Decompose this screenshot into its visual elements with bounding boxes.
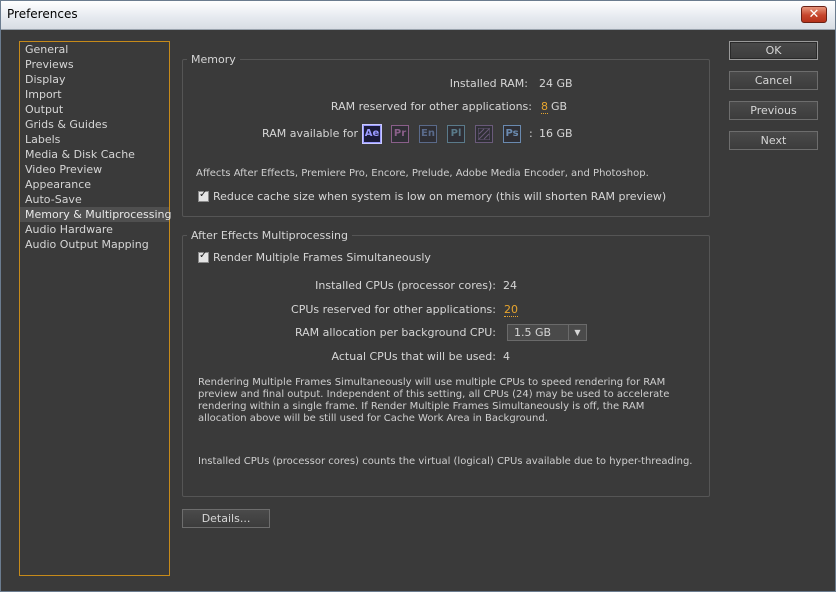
title-bar: Preferences ✕	[1, 1, 835, 30]
affects-apps-text: Affects After Effects, Premiere Pro, Enc…	[196, 168, 649, 179]
dialog-content: General Previews Display Import Output Grids …	[1, 30, 835, 591]
sidebar-item-general[interactable]: General	[20, 42, 169, 57]
reserved-cpus-value[interactable]: 20	[504, 303, 518, 317]
reserved-cpus-label: CPUs reserved for other applications:	[291, 303, 496, 316]
ok-button[interactable]: OK	[729, 41, 818, 60]
sidebar-item-previews[interactable]: Previews	[20, 57, 169, 72]
actual-cpus-value: 4	[503, 350, 510, 363]
actual-cpus-label: Actual CPUs that will be used:	[331, 350, 496, 363]
category-list: General Previews Display Import Output Grids …	[19, 41, 171, 576]
ram-allocation-dropdown[interactable]: 1.5 GB ▼	[507, 324, 587, 341]
ram-available-label: RAM available for	[262, 127, 358, 140]
sidebar-item-import[interactable]: Import	[20, 87, 169, 102]
previous-button[interactable]: Previous	[729, 101, 818, 120]
installed-ram-value: 24 GB	[539, 77, 573, 90]
reduce-cache-label[interactable]: Reduce cache size when system is low on …	[213, 190, 666, 203]
render-multiple-frames-checkbox[interactable]	[198, 250, 209, 263]
sidebar-item-memory-and-multiprocessing[interactable]: Memory & Multiprocessing	[20, 207, 171, 222]
app-en-icon: En	[419, 125, 437, 143]
details-button[interactable]: Details...	[182, 509, 270, 528]
app-pl-icon: Pl	[447, 125, 465, 143]
reduce-cache-checkbox[interactable]	[198, 189, 209, 202]
multiprocessing-legend: After Effects Multiprocessing	[191, 229, 348, 242]
installed-cpus-label: Installed CPUs (processor cores):	[315, 279, 496, 292]
app-ps-icon: Ps	[503, 125, 521, 143]
installed-cpus-value: 24	[503, 279, 517, 292]
installed-ram-label: Installed RAM:	[449, 77, 528, 90]
sidebar-item-audio-hardware[interactable]: Audio Hardware	[20, 222, 169, 237]
sidebar-item-output[interactable]: Output	[20, 102, 169, 117]
cancel-button[interactable]: Cancel	[729, 71, 818, 90]
sidebar-item-audio-output-mapping[interactable]: Audio Output Mapping	[20, 237, 169, 252]
ram-reserved-value[interactable]: 8	[541, 100, 548, 114]
window-title: Preferences	[7, 7, 78, 21]
app-media-encoder-icon	[475, 125, 493, 143]
sidebar-item-display[interactable]: Display	[20, 72, 169, 87]
multiprocessing-description: Rendering Multiple Frames Simultaneously…	[198, 377, 670, 424]
render-multiple-frames-label[interactable]: Render Multiple Frames Simultaneously	[213, 251, 431, 264]
ram-allocation-label: RAM allocation per background CPU:	[294, 326, 496, 339]
close-button[interactable]: ✕	[801, 6, 827, 23]
memory-legend: Memory	[191, 53, 236, 66]
ram-reserved-unit: GB	[551, 100, 568, 113]
sidebar-item-appearance[interactable]: Appearance	[20, 177, 169, 192]
chevron-down-icon: ▼	[568, 325, 586, 340]
preferences-window: Preferences ✕ General Previews Display Impo…	[0, 0, 836, 592]
app-pr-icon: Pr	[391, 125, 409, 143]
sidebar-item-grids-and-guides[interactable]: Grids & Guides	[20, 117, 169, 132]
app-ae-icon: Ae	[363, 125, 381, 143]
sidebar-item-video-preview[interactable]: Video Preview	[20, 162, 169, 177]
sidebar-item-labels[interactable]: Labels	[20, 132, 169, 147]
ram-allocation-value: 1.5 GB	[514, 326, 552, 339]
next-button[interactable]: Next	[729, 131, 818, 150]
ram-reserved-label: RAM reserved for other applications:	[330, 100, 532, 113]
hyper-threading-note: Installed CPUs (processor cores) counts …	[198, 456, 693, 467]
sidebar-item-media-and-disk-cache[interactable]: Media & Disk Cache	[20, 147, 169, 162]
sidebar-item-auto-save[interactable]: Auto-Save	[20, 192, 169, 207]
ram-available-value: 16 GB	[539, 127, 573, 140]
ram-available-colon: :	[529, 127, 533, 140]
